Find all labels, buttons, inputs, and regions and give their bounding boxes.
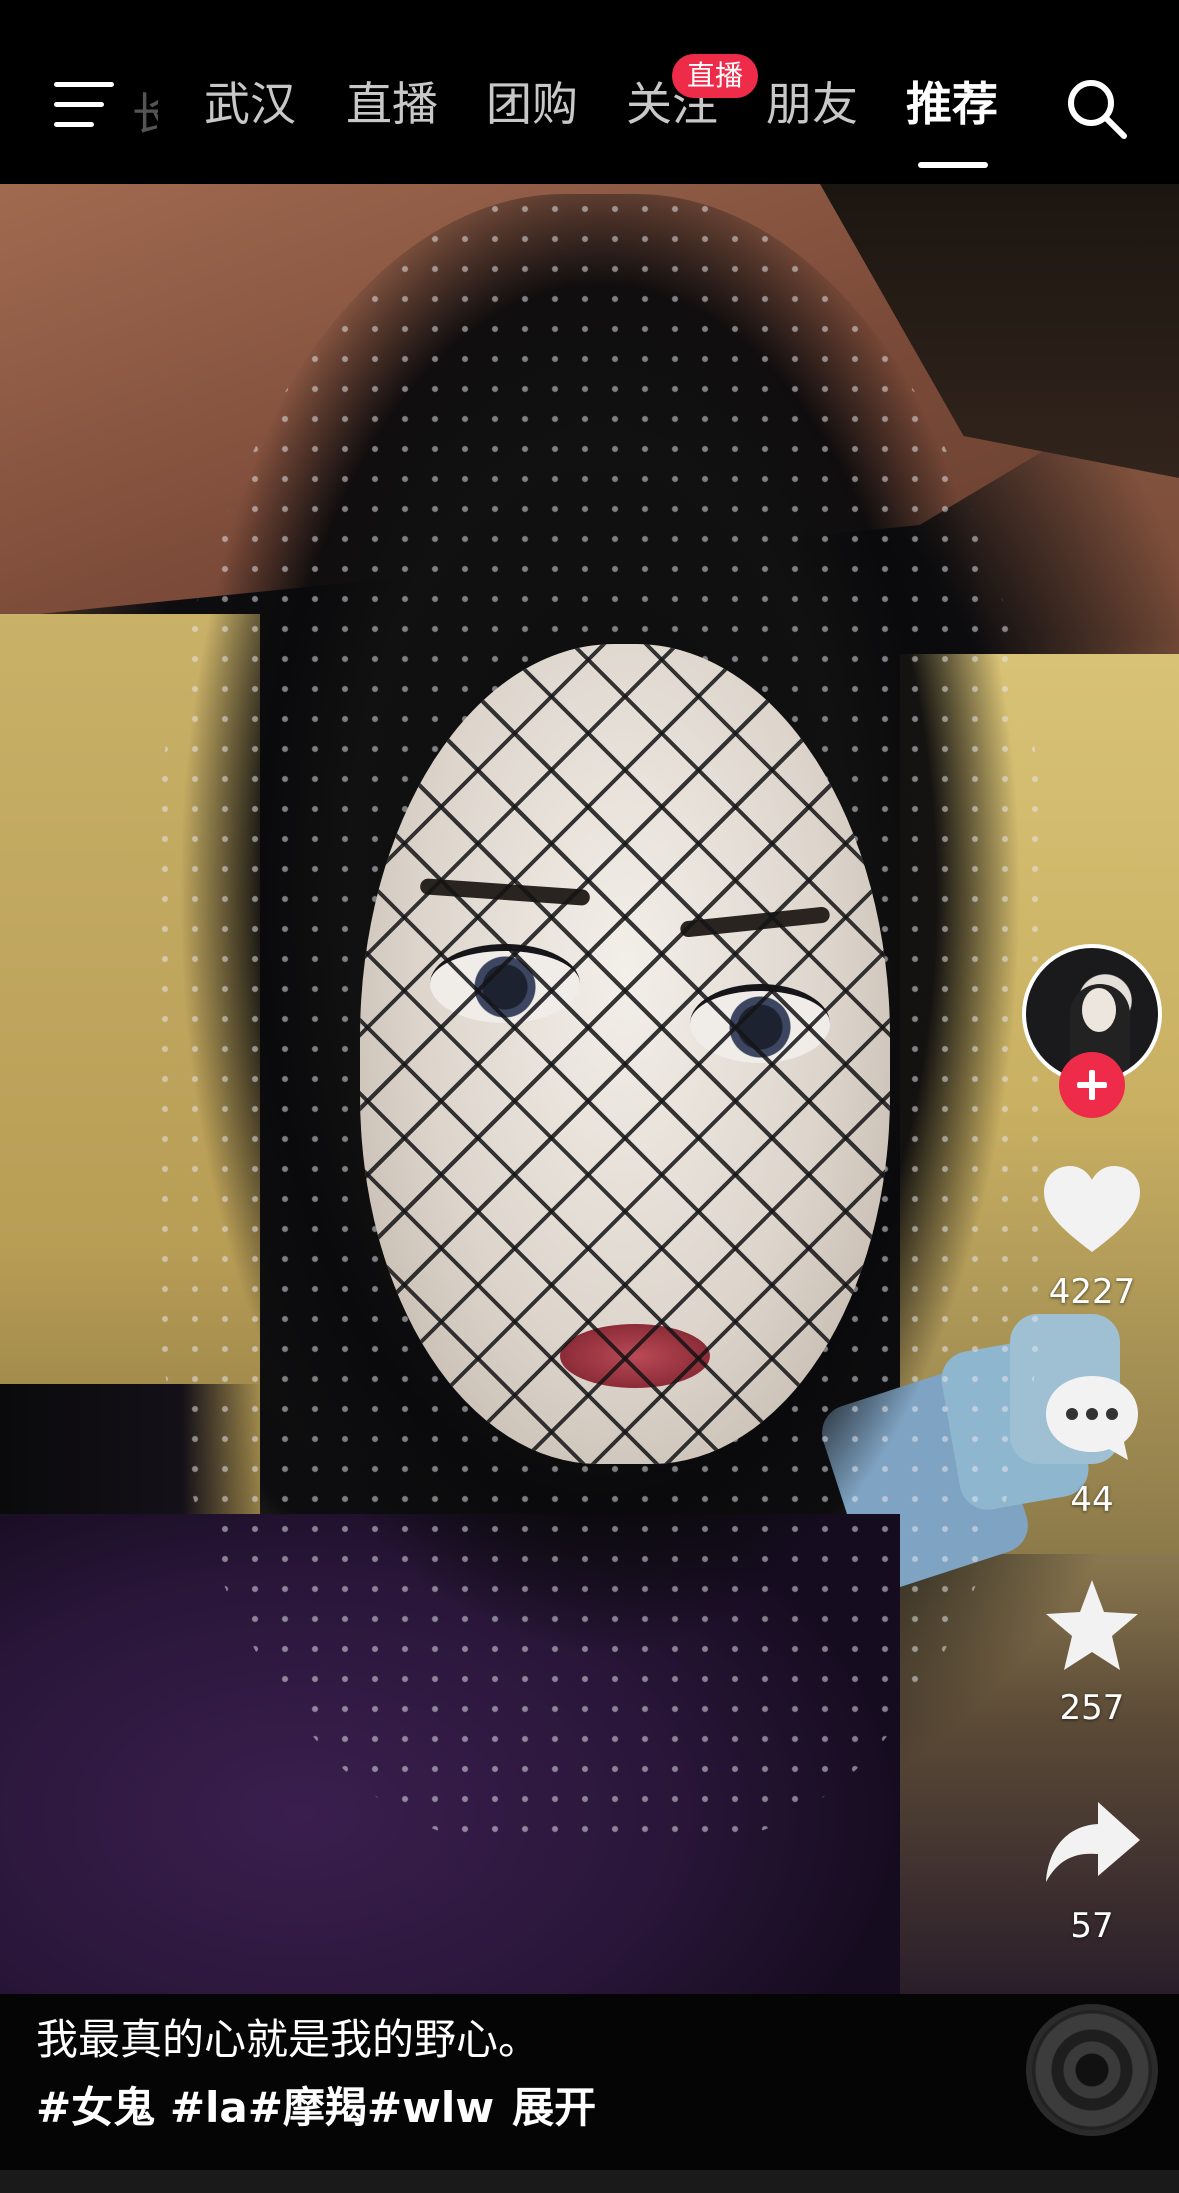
search-icon[interactable] <box>1064 76 1130 142</box>
tab-hidden-left[interactable]: 长 <box>132 78 158 142</box>
music-disc-icon[interactable] <box>1026 2004 1158 2136</box>
live-badge: 直播 <box>672 54 758 98</box>
favorite-star-icon[interactable] <box>1040 1576 1144 1676</box>
tab-recommended[interactable]: 推荐 <box>906 74 998 134</box>
expand-button[interactable]: 展开 <box>512 2083 596 2132</box>
tab-live[interactable]: 直播 <box>346 74 438 134</box>
tab-group-buy[interactable]: 团购 <box>486 74 578 134</box>
comment-icon[interactable] <box>1040 1368 1144 1468</box>
video-player[interactable] <box>0 184 1179 1994</box>
hashtags[interactable]: #女鬼 #la#摩羯#wlw <box>36 2083 494 2132</box>
menu-icon[interactable] <box>54 82 114 128</box>
comment-count: 44 <box>1070 1480 1114 1520</box>
like-count: 4227 <box>1048 1272 1136 1312</box>
video-description: 我最真的心就是我的野心。 <box>36 2015 541 2064</box>
video-face-net <box>360 644 890 1464</box>
active-tab-indicator <box>918 162 988 168</box>
bottom-strip <box>0 2170 1179 2193</box>
favorite-count: 257 <box>1059 1688 1125 1728</box>
top-nav-bar: 长 武汉 直播 团购 关注 直播 朋友 推荐 <box>0 0 1179 184</box>
share-count: 57 <box>1070 1906 1114 1946</box>
hashtag-line: #女鬼 #la#摩羯#wlw 展开 <box>36 2074 596 2135</box>
tab-wuhan[interactable]: 武汉 <box>204 74 296 134</box>
like-heart-icon[interactable] <box>1040 1160 1144 1260</box>
share-arrow-icon[interactable] <box>1040 1796 1144 1896</box>
follow-button[interactable] <box>1059 1052 1125 1118</box>
tab-friends[interactable]: 朋友 <box>766 74 858 134</box>
